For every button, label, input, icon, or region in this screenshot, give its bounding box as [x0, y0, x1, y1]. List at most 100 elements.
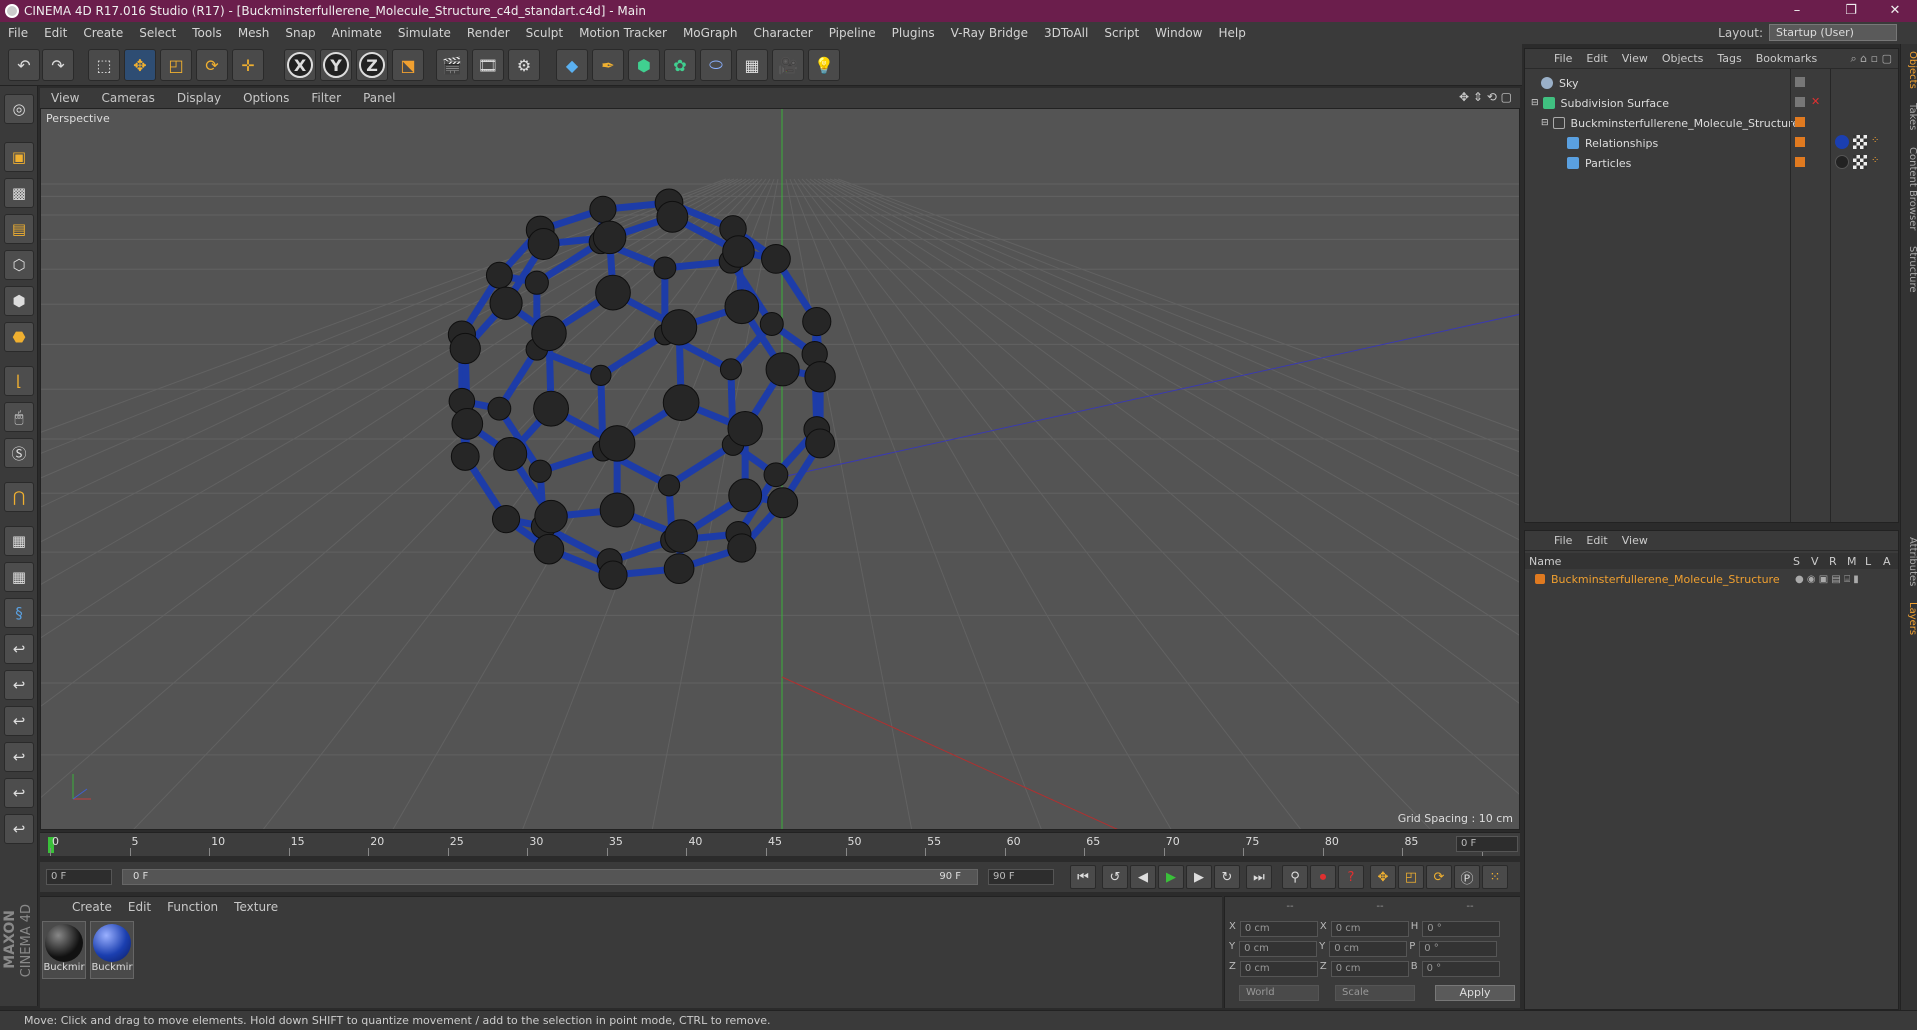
- material-menu-edit[interactable]: Edit: [120, 900, 159, 914]
- redo-button[interactable]: ↷: [42, 49, 74, 81]
- viewport-menu-filter[interactable]: Filter: [300, 91, 352, 105]
- scale-tool-button[interactable]: ◰: [160, 49, 192, 81]
- edges-mode-button[interactable]: ⬢: [4, 286, 34, 316]
- solo-button[interactable]: Ⓢ: [4, 438, 34, 468]
- layers-menu-file[interactable]: File: [1547, 534, 1579, 547]
- cube-primitive-button[interactable]: ◆: [556, 49, 588, 81]
- menu-character[interactable]: Character: [745, 26, 820, 40]
- go-to-end-button[interactable]: ⏭: [1246, 865, 1272, 889]
- sculpt-brush-2-button[interactable]: ↩: [4, 670, 34, 700]
- viewport-menu-cameras[interactable]: Cameras: [90, 91, 165, 105]
- parameter-key-button[interactable]: Ⓟ: [1454, 865, 1480, 889]
- menu-pipeline[interactable]: Pipeline: [821, 26, 884, 40]
- menu-sculpt[interactable]: Sculpt: [518, 26, 571, 40]
- workplane-lock-button[interactable]: ▦: [4, 526, 34, 556]
- material-tag-blue-icon[interactable]: [1835, 135, 1849, 149]
- tag-icon[interactable]: ⁘: [1871, 155, 1883, 167]
- floor-button[interactable]: ▦: [736, 49, 768, 81]
- position-key-button[interactable]: ✥: [1370, 865, 1396, 889]
- deformer-button[interactable]: ⬭: [700, 49, 732, 81]
- disabled-x-icon[interactable]: ✕: [1811, 95, 1820, 108]
- material-swatch-black[interactable]: Buckmir: [42, 921, 86, 979]
- menu-tools[interactable]: Tools: [184, 26, 230, 40]
- objects-menu-view[interactable]: View: [1615, 52, 1655, 65]
- viewport-menu-view[interactable]: View: [40, 91, 90, 105]
- cloner-button[interactable]: ✿: [664, 49, 696, 81]
- transform-tool-button[interactable]: ✛: [232, 49, 264, 81]
- menu-motion-tracker[interactable]: Motion Tracker: [571, 26, 675, 40]
- axis-mode-button[interactable]: ⌊: [4, 366, 34, 396]
- go-to-start-button[interactable]: ⏮: [1070, 865, 1096, 889]
- minimize-button[interactable]: –: [1777, 0, 1817, 22]
- live-selection-button[interactable]: ⬚: [88, 49, 120, 81]
- texture-tag-icon[interactable]: [1853, 155, 1867, 169]
- frame-range-slider[interactable]: 0 F 90 F: [122, 869, 978, 885]
- menu-select[interactable]: Select: [131, 26, 184, 40]
- position-z-field[interactable]: 0 cm: [1239, 961, 1318, 977]
- light-button[interactable]: 💡: [808, 49, 840, 81]
- position-y-field[interactable]: 0 cm: [1239, 941, 1318, 957]
- camera-button[interactable]: 🎥: [772, 49, 804, 81]
- position-x-field[interactable]: 0 cm: [1239, 921, 1318, 937]
- objects-menu-edit[interactable]: Edit: [1579, 52, 1614, 65]
- maximize-button[interactable]: ❐: [1831, 0, 1871, 22]
- layer-color-icon[interactable]: [1795, 117, 1805, 127]
- menu-window[interactable]: Window: [1147, 26, 1210, 40]
- x-axis-button[interactable]: X: [284, 49, 316, 81]
- object-row-molecule[interactable]: ⊟ Buckminsterfullerene_Molecule_Structur…: [1525, 113, 1898, 133]
- objects-menu-file[interactable]: File: [1547, 52, 1579, 65]
- timeline-ruler[interactable]: 0510152025303540455055606570758085900 F: [40, 832, 1520, 856]
- material-menu-create[interactable]: Create: [64, 900, 120, 914]
- rotation-h-field[interactable]: 0 °: [1422, 921, 1501, 937]
- sky-visibility-icon[interactable]: [1795, 77, 1805, 87]
- end-frame-field[interactable]: 90 F: [988, 869, 1054, 885]
- render-view-button[interactable]: 🎬: [436, 49, 468, 81]
- menu-animate[interactable]: Animate: [324, 26, 390, 40]
- sculpt-brush-6-button[interactable]: ↩: [4, 814, 34, 844]
- next-key-button[interactable]: ↻: [1214, 865, 1240, 889]
- render-picture-viewer-button[interactable]: 🎞: [472, 49, 504, 81]
- object-row-sky[interactable]: Sky: [1525, 73, 1898, 93]
- move-tool-button[interactable]: ✥: [124, 49, 156, 81]
- pla-key-button[interactable]: ⁙: [1482, 865, 1508, 889]
- grid-snap-button[interactable]: ▦: [4, 562, 34, 592]
- previous-frame-button[interactable]: ◀: [1130, 865, 1156, 889]
- tab-attributes[interactable]: Attributes: [1901, 534, 1917, 589]
- render-settings-button[interactable]: ⚙: [508, 49, 540, 81]
- rotation-p-field[interactable]: 0 °: [1419, 941, 1498, 957]
- coordinate-mode-dropdown[interactable]: World: [1239, 985, 1319, 1001]
- previous-key-button[interactable]: ↺: [1102, 865, 1128, 889]
- autokey-button[interactable]: ⏺: [1310, 865, 1336, 889]
- tab-content-browser[interactable]: Content Browser: [1901, 144, 1917, 234]
- layout-dropdown[interactable]: Startup (User): [1769, 24, 1897, 41]
- play-button[interactable]: ▶: [1158, 865, 1184, 889]
- next-frame-button[interactable]: ▶: [1186, 865, 1212, 889]
- size-x-field[interactable]: 0 cm: [1330, 921, 1409, 937]
- z-axis-button[interactable]: Z: [356, 49, 388, 81]
- spline-pen-button[interactable]: ✒: [592, 49, 624, 81]
- tweak-mode-button[interactable]: 🖱: [4, 402, 34, 432]
- collapse-icon[interactable]: ⊟: [1531, 98, 1539, 108]
- points-mode-button[interactable]: ⬡: [4, 250, 34, 280]
- menu-file[interactable]: File: [0, 26, 36, 40]
- menu-vray-bridge[interactable]: V-Ray Bridge: [943, 26, 1036, 40]
- subdivision-button[interactable]: ⬢: [628, 49, 660, 81]
- y-axis-button[interactable]: Y: [320, 49, 352, 81]
- sculpt-brush-4-button[interactable]: ↩: [4, 742, 34, 772]
- tab-layers[interactable]: Layers: [1901, 599, 1917, 639]
- viewport-nav-icons[interactable]: ✥ ⇕ ⟲ ▢: [1459, 90, 1512, 104]
- menu-script[interactable]: Script: [1096, 26, 1147, 40]
- layer-color-icon[interactable]: [1795, 157, 1805, 167]
- sculpt-brush-1-button[interactable]: ↩: [4, 634, 34, 664]
- record-keys-button[interactable]: ⚲: [1282, 865, 1308, 889]
- object-manager-search-icon[interactable]: ⌕ ⌂ ▫ ▢: [1851, 52, 1892, 66]
- menu-simulate[interactable]: Simulate: [390, 26, 459, 40]
- collapse-icon[interactable]: ⊟: [1541, 118, 1549, 128]
- objects-menu-objects[interactable]: Objects: [1655, 52, 1711, 65]
- start-frame-field[interactable]: 0 F: [46, 869, 112, 885]
- scale-key-button[interactable]: ◰: [1398, 865, 1424, 889]
- rotation-key-button[interactable]: ⟳: [1426, 865, 1452, 889]
- sculpt-brush-3-button[interactable]: ↩: [4, 706, 34, 736]
- keyframe-selection-button[interactable]: ?: [1338, 865, 1364, 889]
- layers-menu-view[interactable]: View: [1615, 534, 1655, 547]
